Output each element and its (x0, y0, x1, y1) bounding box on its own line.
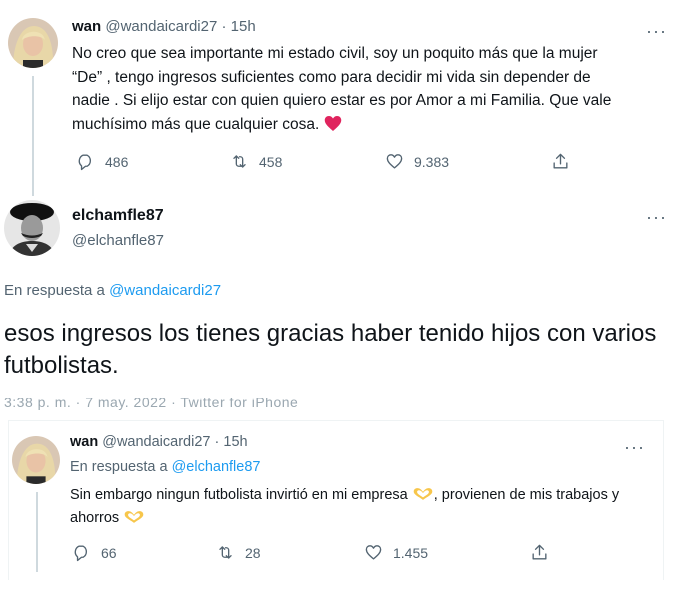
thread-line (32, 76, 34, 196)
like-button[interactable]: 9.383 (385, 152, 449, 171)
heart-hands-icon (124, 511, 144, 523)
tweet3-header: wan @wandaicardi27 · 15h (70, 434, 248, 450)
reply-to-link[interactable]: @elchanfle87 (172, 459, 261, 475)
ellipsis-icon[interactable]: ··· (646, 208, 667, 226)
tweet1-header: wan @wandaicardi27 · 15h (72, 18, 256, 35)
share-icon (553, 153, 568, 169)
ellipsis-icon[interactable]: ··· (624, 438, 645, 456)
reply-to-link[interactable]: @wandaicardi27 (109, 282, 221, 299)
like-count: 9.383 (414, 153, 450, 170)
share-button[interactable] (551, 152, 570, 171)
tweet-meta: 3:38 p. m. · 7 may. 2022 · Twitter for i… (4, 398, 299, 410)
display-name[interactable]: wan (72, 18, 101, 35)
reply-context: En respuesta a @wandaicardi27 (4, 282, 221, 299)
ellipsis-icon[interactable]: ··· (646, 22, 667, 40)
handle[interactable]: @elchanfle87 (72, 232, 164, 249)
handle[interactable]: @wandaicardi27 (102, 434, 210, 450)
dot-separator: · (221, 18, 227, 35)
retweet-button[interactable]: 458 (230, 152, 282, 171)
retweet-icon (219, 546, 232, 559)
avatar-wan[interactable] (12, 436, 60, 484)
reply-count: 486 (105, 153, 129, 170)
retweet-button[interactable]: 28 (216, 543, 261, 562)
retweet-count: 28 (245, 544, 261, 561)
reply-context: En respuesta a @elchanfle87 (70, 459, 260, 475)
reply-button[interactable]: 66 (72, 543, 117, 562)
tweet-text: Sin embargo ningun futbolista invirtió e… (70, 484, 640, 530)
retweet-count: 458 (259, 153, 283, 170)
display-name[interactable]: wan (70, 434, 98, 450)
avatar-wan[interactable] (8, 18, 58, 68)
timestamp[interactable]: 15h (231, 18, 256, 35)
like-button[interactable]: 1.455 (364, 543, 428, 562)
retweet-icon (233, 155, 246, 168)
reply-prefix: En respuesta a (70, 459, 168, 475)
tweet-text: No creo que sea importante mi estado civ… (72, 42, 627, 136)
share-button[interactable] (530, 543, 549, 562)
tweet-text: esos ingresos los tienes gracias haber t… (4, 320, 657, 379)
reply-count: 66 (101, 544, 117, 561)
like-count: 1.455 (393, 544, 429, 561)
avatar-elchamfle87[interactable] (4, 200, 60, 256)
timestamp[interactable]: 15h (223, 434, 247, 450)
reply-icon (78, 154, 91, 171)
share-icon (532, 544, 547, 560)
heart-hands-icon (413, 488, 433, 500)
thread-line (36, 492, 38, 572)
display-name[interactable]: elchamfle87 (72, 207, 164, 225)
reply-button[interactable]: 486 (76, 152, 128, 171)
dot-separator: · (214, 434, 220, 450)
reply-icon (74, 545, 87, 562)
heart-outline-icon (386, 154, 403, 169)
handle[interactable]: @wandaicardi27 (105, 18, 217, 35)
tweet-meta-cutoff: 3:38 p. m. · 7 may. 2022 · Twitter for i… (4, 398, 334, 410)
heart-outline-icon (365, 545, 382, 560)
tweet-text-part1: Sin embargo ningun futbolista invirtió e… (70, 487, 408, 503)
red-heart-icon (324, 115, 341, 131)
reply-prefix: En respuesta a (4, 282, 105, 299)
tweet-text-body: No creo que sea importante mi estado civ… (72, 45, 612, 133)
